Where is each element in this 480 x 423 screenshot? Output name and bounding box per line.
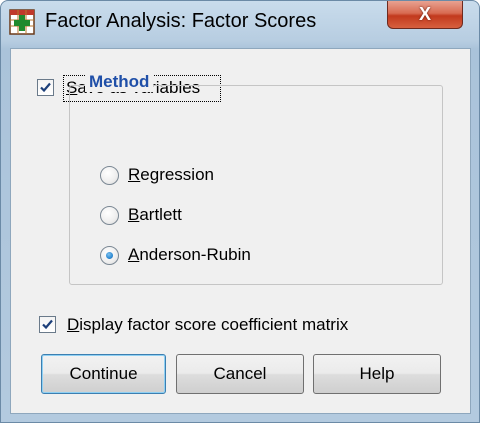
cancel-button[interactable]: Cancel: [176, 354, 304, 394]
bartlett-label[interactable]: Bartlett: [128, 205, 182, 225]
regression-label[interactable]: Regression: [128, 165, 214, 185]
continue-button[interactable]: Continue: [41, 354, 166, 394]
display-matrix-checkbox[interactable]: [39, 316, 56, 333]
anderson-rubin-radio[interactable]: [100, 246, 119, 265]
regression-radio[interactable]: [100, 166, 119, 185]
close-button[interactable]: X: [387, 1, 463, 29]
method-group: [69, 85, 443, 285]
window-title: Factor Analysis: Factor Scores: [45, 10, 317, 32]
help-button[interactable]: Help: [313, 354, 441, 394]
display-matrix-label[interactable]: Display factor score coefficient matrix: [67, 315, 348, 335]
factor-scores-dialog: Factor Analysis: Factor Scores X Save as…: [0, 0, 480, 423]
anderson-rubin-label[interactable]: Anderson-Rubin: [128, 245, 251, 265]
radio-selected-dot: [106, 252, 113, 259]
save-as-variables-checkbox[interactable]: [37, 79, 54, 96]
spss-grid-plus-icon: [9, 9, 35, 35]
title-bar[interactable]: Factor Analysis: Factor Scores X: [1, 1, 479, 45]
bartlett-radio[interactable]: [100, 206, 119, 225]
method-group-title: Method: [85, 72, 154, 92]
checkmark-icon: [40, 82, 51, 93]
checkmark-icon: [42, 319, 53, 330]
close-icon: X: [418, 4, 431, 24]
